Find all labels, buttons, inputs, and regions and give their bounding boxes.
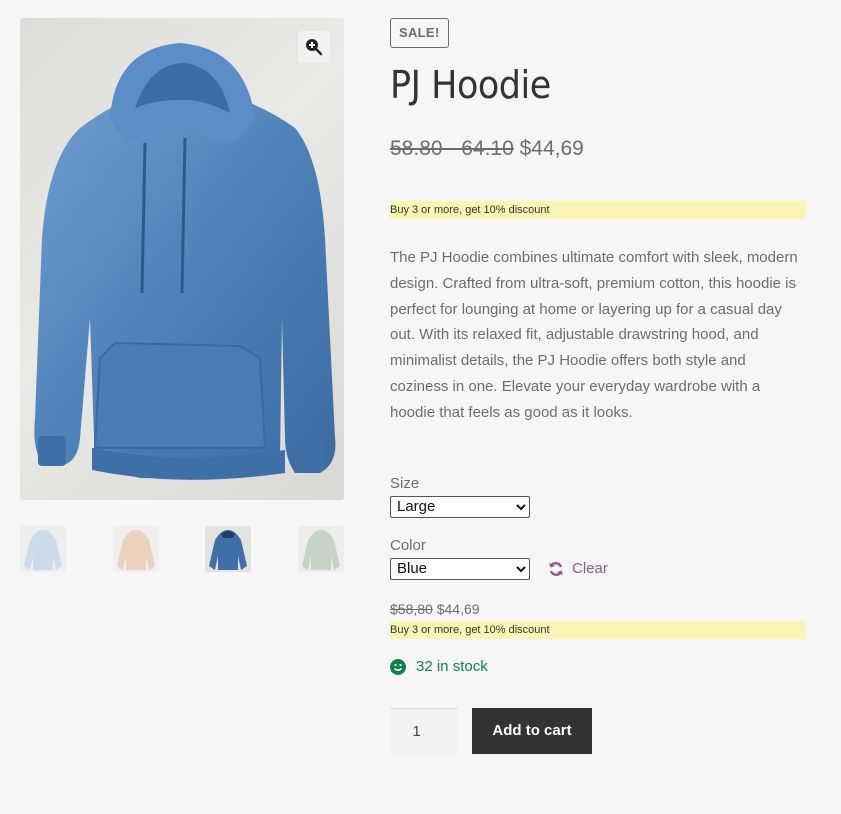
hoodie-thumbnail-icon bbox=[20, 526, 66, 572]
refresh-icon bbox=[549, 561, 563, 576]
variation-old-price: $58,80 bbox=[390, 600, 433, 617]
hoodie-thumbnail-icon bbox=[205, 526, 251, 572]
product-summary: SALE! PJ Hoodie 58.80 - 64.10 $44,69 Buy… bbox=[390, 18, 806, 754]
magnifier-plus-icon bbox=[306, 39, 323, 56]
discount-note: Buy 3 or more, get 10% discount bbox=[390, 201, 806, 219]
sale-badge: SALE! bbox=[390, 18, 449, 48]
product-gallery bbox=[20, 18, 344, 572]
thumbnail-strip bbox=[20, 526, 344, 572]
hoodie-image bbox=[34, 43, 336, 480]
add-to-cart-button[interactable]: Add to cart bbox=[472, 707, 592, 754]
variation-new-price: $44,69 bbox=[436, 600, 480, 617]
add-to-cart-row: Add to cart bbox=[390, 707, 806, 754]
smile-icon bbox=[390, 658, 406, 675]
stock-text: 32 in stock bbox=[416, 657, 488, 675]
hoodie-thumbnail-icon bbox=[113, 526, 159, 572]
variation-discount-note: Buy 3 or more, get 10% discount bbox=[390, 620, 806, 639]
price-range: 58.80 - 64.10 $44,69 bbox=[390, 134, 806, 164]
clear-variations-link[interactable]: Clear bbox=[548, 560, 608, 577]
old-price-range: 58.80 - 64.10 bbox=[390, 137, 514, 160]
size-select[interactable]: Large bbox=[390, 495, 530, 518]
main-product-image[interactable] bbox=[20, 18, 344, 500]
thumbnail-peach[interactable] bbox=[113, 526, 159, 572]
clear-label: Clear bbox=[572, 560, 608, 578]
thumbnail-sage-green[interactable] bbox=[298, 526, 344, 572]
current-price: $44,69 bbox=[519, 137, 584, 160]
thumbnail-light-blue[interactable] bbox=[20, 526, 66, 572]
thumbnail-blue[interactable] bbox=[205, 526, 251, 572]
stock-status: 32 in stock bbox=[390, 657, 806, 677]
color-label: Color bbox=[390, 536, 426, 554]
quantity-input[interactable] bbox=[390, 707, 458, 754]
product-description: The PJ Hoodie combines ultimate comfort … bbox=[390, 249, 798, 421]
color-select[interactable]: Blue bbox=[390, 557, 530, 580]
hoodie-thumbnail-icon bbox=[298, 526, 344, 572]
variation-price: $58,80 $44,69 bbox=[390, 600, 806, 618]
product-title: PJ Hoodie bbox=[390, 63, 551, 107]
size-label: Size bbox=[390, 474, 420, 492]
zoom-button[interactable] bbox=[298, 31, 330, 63]
variations-form: Size Large Color Blue Clear bbox=[390, 474, 806, 580]
